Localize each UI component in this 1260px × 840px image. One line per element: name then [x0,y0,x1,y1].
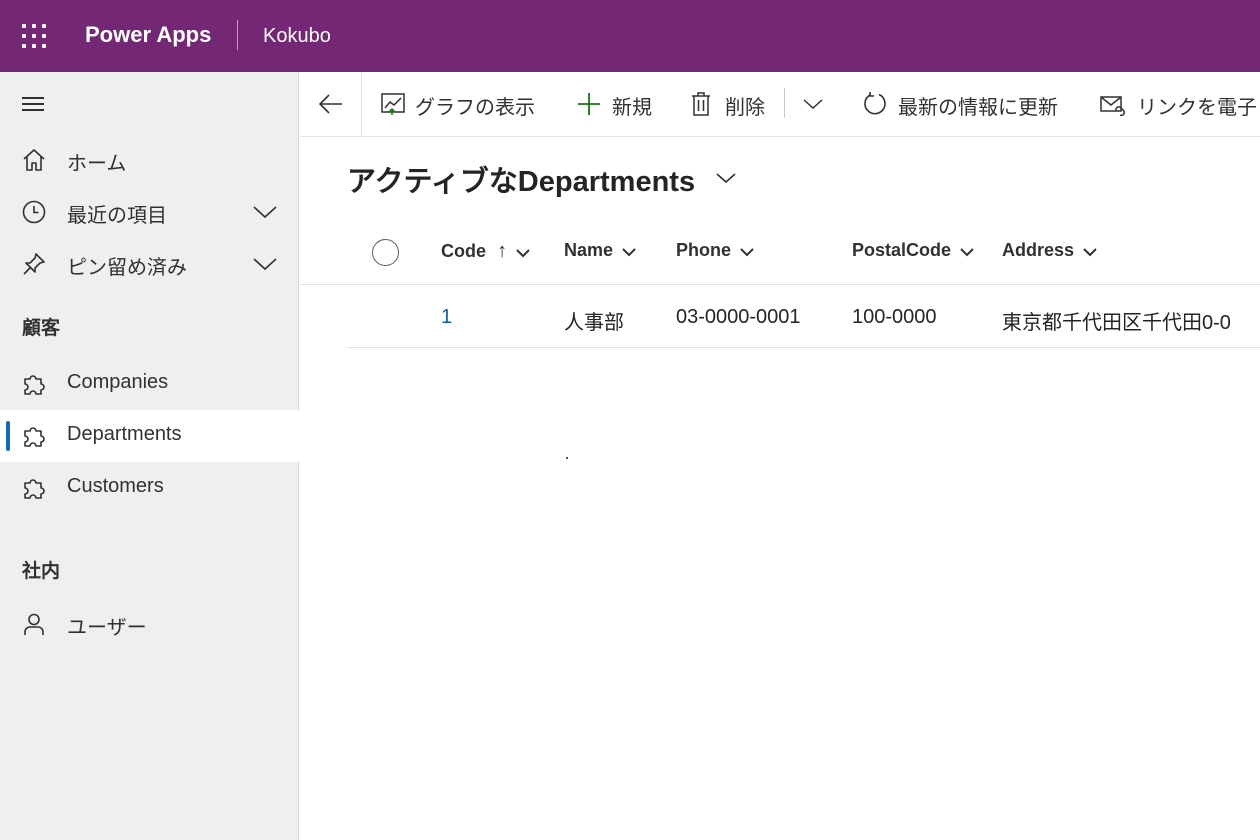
sidebar-item-companies[interactable]: Companies [0,358,299,410]
clock-icon [22,200,46,224]
hamburger-icon[interactable] [22,97,44,111]
sidebar-item-home[interactable]: ホーム [0,134,299,186]
delete-label: 削除 [725,97,765,119]
sidebar-item-label: Departments [67,423,182,445]
sidebar-item-departments[interactable]: Departments [0,410,299,462]
chevron-down-icon [1083,247,1097,256]
column-header-phone[interactable]: Phone [676,240,754,266]
column-label: Phone [676,240,732,260]
show-chart-button[interactable]: グラフの表示 [380,72,545,136]
show-chart-label: グラフの表示 [415,97,535,119]
chevron-down-icon [516,248,530,257]
sidebar-item-label: ユーザー [67,617,147,639]
back-button[interactable] [300,72,362,136]
home-icon [23,149,45,171]
pin-icon [23,253,45,275]
sidebar-item-label: ピン留め済み [67,257,187,279]
column-label: PostalCode [852,240,952,260]
email-link-label: リンクを電子 [1137,97,1257,119]
cell-postalcode: 100-0000 [852,306,937,328]
chevron-down-icon [960,247,974,256]
stray-dot [566,457,568,459]
sort-ascending-icon: ↑ [497,240,508,262]
back-arrow-icon [318,94,342,114]
chevron-down-icon [803,99,823,110]
more-commands-button[interactable] [802,72,826,136]
view-title: アクティブなDepartments [347,166,696,198]
title-divider [237,20,238,50]
refresh-icon [864,92,886,115]
new-button[interactable]: 新規 [576,72,661,136]
chevron-down-icon[interactable] [252,202,278,222]
plus-icon [578,93,600,115]
column-header-postalcode[interactable]: PostalCode [852,240,974,266]
sidebar-item-customers[interactable]: Customers [0,462,299,514]
sidebar-item-pinned[interactable]: ピン留め済み [0,238,299,290]
sidebar-item-label: 最近の項目 [67,205,167,227]
header-divider [300,284,1260,285]
app-launcher-icon[interactable] [22,24,48,50]
cell-address: 東京都千代田区千代田0-0 [1002,312,1231,334]
puzzle-icon [24,479,45,499]
cell-name: 人事部 [564,312,624,334]
group-title-internal: 社内 [22,561,61,582]
sidebar-item-label: Companies [67,371,169,393]
select-all-checkbox[interactable] [372,239,399,266]
refresh-button[interactable]: 最新の情報に更新 [862,72,1072,136]
trash-icon [692,92,710,116]
chevron-down-icon [716,173,736,184]
mail-link-icon [1100,96,1126,117]
chevron-down-icon[interactable] [252,254,278,274]
delete-button[interactable]: 削除 [690,72,770,136]
group-title-customers: 顧客 [22,318,61,339]
column-label: Name [564,240,614,260]
email-link-button[interactable]: リンクを電子 [1100,72,1260,136]
sidebar: ホーム 最近の項目 ピン留め済み 顧客 Companies Department… [0,72,299,840]
column-header-code[interactable]: Code ↑ [441,240,530,266]
sidebar-item-users[interactable]: ユーザー [0,598,299,650]
cell-phone: 03-0000-0001 [676,306,801,328]
puzzle-icon [24,375,45,395]
person-icon [24,613,44,635]
cell-code[interactable]: 1 [441,306,452,329]
new-label: 新規 [612,97,652,119]
environment-name[interactable]: Kokubo [263,25,331,48]
chevron-down-icon [740,247,754,256]
column-label: Code [441,241,486,261]
puzzle-icon [24,427,45,447]
top-bar: Power Apps Kokubo [0,0,1260,72]
view-selector[interactable]: アクティブなDepartments [347,158,736,198]
row-divider [347,347,1260,348]
command-bar: グラフの表示 新規 削除 最新の情報に更新 リンクを電子 [300,72,1260,137]
app-name[interactable]: Power Apps [85,22,211,48]
chevron-down-icon [622,247,636,256]
column-header-address[interactable]: Address [1002,240,1097,266]
sidebar-item-recent[interactable]: 最近の項目 [0,186,299,238]
sidebar-item-label: ホーム [67,153,127,175]
column-header-name[interactable]: Name [564,240,636,266]
column-label: Address [1002,240,1075,260]
sidebar-item-label: Customers [67,475,164,497]
chart-icon [381,93,405,115]
refresh-label: 最新の情報に更新 [898,97,1058,119]
command-separator [784,88,785,118]
